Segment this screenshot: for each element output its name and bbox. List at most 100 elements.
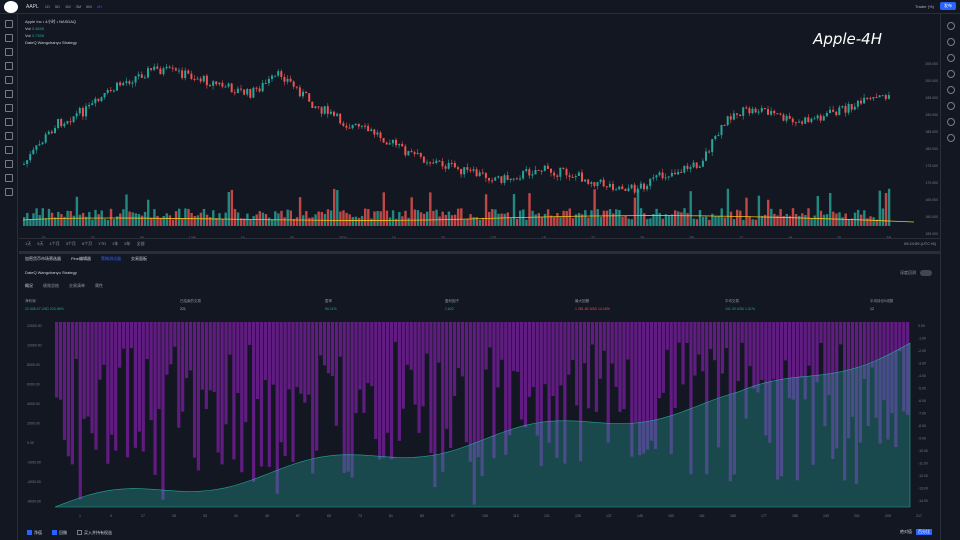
strategy-name[interactable]: DateQ Wangchanyu Strategy bbox=[25, 270, 77, 275]
subtab-1[interactable]: 绩效总结 bbox=[43, 283, 59, 289]
candle-body bbox=[302, 91, 304, 97]
candle-body bbox=[639, 183, 642, 189]
drawdown-bar bbox=[807, 322, 811, 366]
volume-bar bbox=[196, 215, 199, 226]
trader-label[interactable]: Trader (%) bbox=[915, 4, 934, 9]
candle-body bbox=[500, 176, 503, 183]
magnet-icon[interactable] bbox=[4, 146, 13, 154]
panel-tab-1[interactable]: Pine编辑器 bbox=[71, 256, 91, 262]
volume-bar bbox=[773, 213, 776, 226]
range-8[interactable]: 全部 bbox=[137, 241, 145, 247]
range-5[interactable]: YTD bbox=[98, 241, 106, 246]
hotlist-icon[interactable] bbox=[946, 70, 955, 78]
candle-body bbox=[717, 135, 720, 137]
drawdown-bar bbox=[382, 322, 386, 459]
trash-icon[interactable] bbox=[4, 188, 13, 196]
timeframe-4H[interactable]: 4H bbox=[97, 4, 102, 9]
price-axis[interactable]: 205.000 200.000 195.000 190.000 185.000 180.0… bbox=[914, 14, 940, 236]
range-0[interactable]: 1天 bbox=[25, 241, 31, 247]
subtab-2[interactable]: 交易清单 bbox=[69, 283, 85, 289]
price-tick: 165.000 bbox=[925, 198, 938, 202]
panel-tab-3[interactable]: 交易面板 bbox=[131, 256, 147, 262]
perf-right-tick: -11.00 bbox=[918, 462, 928, 466]
price-chart[interactable]: Apple Inc • 4小时 • NASDAQ Vol 3.465K Vol … bbox=[19, 14, 940, 244]
volume-bar bbox=[556, 213, 559, 226]
range-2[interactable]: 1个月 bbox=[49, 241, 59, 247]
drawdown-bar bbox=[358, 322, 362, 390]
perf-x-tick: 113 bbox=[513, 514, 519, 518]
metric-label: 平均交易 bbox=[725, 299, 739, 303]
profile-avatar[interactable] bbox=[4, 0, 18, 13]
drawdown-bar bbox=[220, 322, 224, 465]
drawdown-bar bbox=[389, 322, 394, 460]
subtab-0[interactable]: 概况 bbox=[25, 283, 33, 289]
datawindow-icon[interactable] bbox=[946, 54, 955, 62]
smile-icon[interactable] bbox=[4, 104, 13, 112]
drawdown-toggle[interactable]: 回撤 bbox=[52, 530, 67, 536]
volume-bar bbox=[519, 210, 522, 226]
timeframe-1M[interactable]: 1M bbox=[65, 4, 71, 9]
deep-backtest-toggle[interactable] bbox=[920, 270, 932, 276]
candle-body bbox=[429, 162, 432, 164]
fib-icon[interactable] bbox=[4, 48, 13, 56]
subtab-3[interactable]: 属性 bbox=[95, 283, 103, 289]
range-4[interactable]: 6个月 bbox=[82, 241, 92, 247]
publish-button[interactable]: 发布 bbox=[940, 2, 956, 10]
chat-icon[interactable] bbox=[946, 118, 955, 126]
range-3[interactable]: 3个月 bbox=[66, 241, 76, 247]
volume-bar bbox=[785, 213, 788, 226]
drawdown-bar bbox=[102, 322, 106, 365]
eye-icon[interactable] bbox=[4, 174, 13, 182]
watchlist-icon[interactable] bbox=[946, 22, 955, 30]
percent-button[interactable]: 百分比 bbox=[916, 529, 932, 535]
clock-readout[interactable]: 09:24:59 (UTC+8) bbox=[904, 241, 936, 246]
timeframe-5D[interactable]: 5D bbox=[55, 4, 60, 9]
drawdown-bar bbox=[614, 322, 618, 387]
volume-bar bbox=[565, 211, 568, 226]
panel-tab-0[interactable]: 加密货币市场筛选器 bbox=[25, 256, 61, 262]
timeframe-3M[interactable]: 3M bbox=[76, 4, 82, 9]
symbol-search[interactable]: AAPL bbox=[26, 4, 39, 10]
volume-bar bbox=[202, 208, 206, 226]
candle-body bbox=[360, 125, 363, 127]
drawdown-bar bbox=[318, 322, 323, 356]
help-icon[interactable] bbox=[946, 134, 955, 142]
metric-label: 盈利因子 bbox=[445, 299, 459, 303]
range-1[interactable]: 5天 bbox=[37, 241, 43, 247]
volume-bar bbox=[401, 216, 404, 226]
timeframe-1D[interactable]: 1D bbox=[45, 4, 50, 9]
candle-body bbox=[196, 78, 199, 80]
equity-drawdown-chart[interactable]: 12000.00 10000.00 8000.00 6000.00 4000.00 200… bbox=[25, 321, 940, 519]
timeframe-6M[interactable]: 6M bbox=[86, 4, 92, 9]
range-6[interactable]: 1年 bbox=[112, 241, 118, 247]
drawdown-bar bbox=[677, 322, 681, 343]
candle-body bbox=[233, 92, 236, 94]
alerts-icon[interactable] bbox=[946, 38, 955, 46]
ideas-icon[interactable] bbox=[946, 102, 955, 110]
text-icon[interactable] bbox=[4, 90, 13, 98]
perf-x-tick: 81 bbox=[389, 514, 393, 518]
crosshair-icon[interactable] bbox=[4, 20, 13, 28]
volume-bar bbox=[143, 211, 147, 226]
zoom-icon[interactable] bbox=[4, 132, 13, 140]
absolute-button[interactable]: 绝对值 bbox=[900, 529, 912, 535]
pattern-icon[interactable] bbox=[4, 62, 13, 70]
range-7[interactable]: 5年 bbox=[124, 241, 130, 247]
lock-icon[interactable] bbox=[4, 160, 13, 168]
candle-body bbox=[853, 106, 856, 110]
trendline-icon[interactable] bbox=[4, 34, 13, 42]
buyhold-toggle[interactable]: 买入并持有权益 bbox=[77, 530, 112, 536]
drawdown-bar bbox=[385, 322, 390, 433]
calendar-icon[interactable] bbox=[946, 86, 955, 94]
brush-icon[interactable] bbox=[4, 76, 13, 84]
candle-body bbox=[773, 110, 776, 114]
candle-body bbox=[339, 113, 342, 124]
drawdown-bar bbox=[401, 322, 405, 409]
price-tick: 195.000 bbox=[925, 96, 938, 100]
volume-bar bbox=[128, 211, 131, 226]
ruler-icon[interactable] bbox=[4, 118, 13, 126]
equity-toggle[interactable]: 净值 bbox=[27, 530, 42, 536]
candle-body bbox=[159, 68, 162, 75]
panel-tab-2[interactable]: 策略测试器 bbox=[101, 256, 121, 262]
candle-body bbox=[44, 134, 47, 143]
